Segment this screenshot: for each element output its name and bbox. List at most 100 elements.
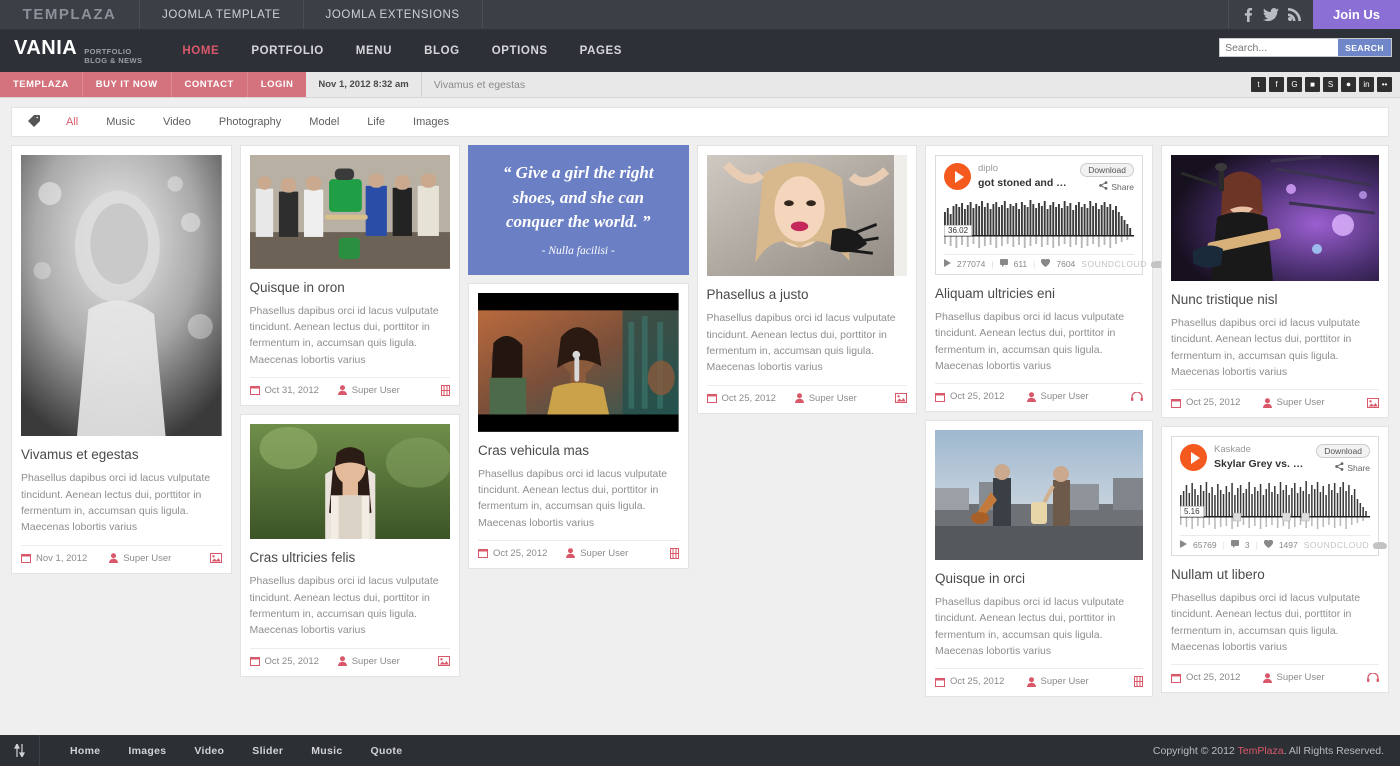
card-image[interactable]	[706, 155, 907, 277]
card-image[interactable]	[21, 155, 222, 437]
join-us-button[interactable]: Join Us	[1313, 0, 1400, 29]
nav-item-pages[interactable]: PAGES	[564, 30, 638, 72]
filter-music[interactable]: Music	[92, 116, 149, 128]
footer-link-music[interactable]: Music	[297, 745, 356, 757]
portfolio-card-quisque-in-oron[interactable]: Quisque in oron Phasellus dapibus orci i…	[239, 145, 460, 406]
filter-life[interactable]: Life	[353, 116, 399, 128]
portfolio-card-cras-vehicula-mas[interactable]: Cras vehicula mas Phasellus dapibus orci…	[468, 282, 689, 569]
card-title[interactable]: Vivamus et egestas	[21, 447, 222, 462]
card-title[interactable]: Aliquam ultricies eni	[935, 286, 1143, 301]
site-brand[interactable]: VANIA PORTFOLIO BLOG & NEWS	[0, 37, 142, 65]
nav-item-options[interactable]: OPTIONS	[476, 30, 564, 72]
portfolio-card-nunc-tristique-nisl[interactable]: Nunc tristique nisl Phasellus dapibus or…	[1161, 145, 1389, 419]
card-meta: Oct 31, 2012 Super User	[249, 376, 450, 396]
footer-link-slider[interactable]: Slider	[238, 745, 297, 757]
nav-item-blog[interactable]: BLOG	[408, 30, 476, 72]
breadcrumb-link-buy-it-now[interactable]: BUY IT NOW	[83, 72, 172, 97]
linkedin-icon[interactable]: in	[1359, 77, 1374, 92]
card-date: Oct 25, 2012	[950, 391, 1005, 403]
card-author-group: Super User	[337, 656, 438, 667]
card-image[interactable]	[935, 430, 1143, 561]
calendar-icon	[935, 392, 945, 402]
play-count: 65769	[1193, 540, 1217, 551]
sort-toggle-icon[interactable]	[0, 735, 40, 766]
portfolio-card-aliquam-ultricies-eni[interactable]: diplo got stoned and mixed r... Download…	[925, 145, 1165, 413]
footer-link-video[interactable]: Video	[180, 745, 238, 757]
download-button[interactable]: Download	[1080, 163, 1134, 177]
filter-model[interactable]: Model	[295, 116, 353, 128]
templaza-logo[interactable]: TEMPLAZA	[0, 0, 140, 29]
play-icon[interactable]	[944, 163, 971, 190]
footer-link-home[interactable]: Home	[56, 745, 114, 757]
card-meta: Oct 25, 2012 Super User	[478, 539, 679, 559]
card-title[interactable]: Nunc tristique nisl	[1171, 292, 1379, 307]
card-image[interactable]	[249, 155, 450, 269]
image-icon	[895, 393, 907, 404]
waveform[interactable]: 36.02	[944, 198, 1134, 250]
soundcloud-player-diplo[interactable]: diplo got stoned and mixed r... Download…	[935, 155, 1165, 275]
user-icon	[794, 393, 804, 404]
quote-card[interactable]: “ Give a girl the right shoes, and she c…	[468, 145, 689, 275]
skype-icon[interactable]: S	[1323, 77, 1338, 92]
filter-photography[interactable]: Photography	[205, 116, 295, 128]
footer-link-quote[interactable]: Quote	[357, 745, 417, 757]
portfolio-card-phasellus-a-justo[interactable]: Phasellus a justo Phasellus dapibus orci…	[696, 145, 917, 414]
download-button[interactable]: Download	[1316, 444, 1370, 459]
filter-all[interactable]: All	[52, 116, 92, 128]
card-title[interactable]: Quisque in oron	[250, 280, 451, 295]
share-button[interactable]: Share	[1335, 462, 1370, 473]
card-image[interactable]	[249, 423, 450, 540]
card-author: Super User	[808, 392, 857, 404]
portfolio-card-nullam-ut-libero[interactable]: Kaskade Skylar Grey vs. Thomas... Downlo…	[1161, 426, 1389, 694]
card-date-group: Oct 31, 2012	[249, 385, 338, 396]
rss-icon[interactable]	[1288, 8, 1302, 21]
footer-link-images[interactable]: Images	[114, 745, 180, 757]
share-icon	[1335, 462, 1344, 473]
card-image[interactable]	[478, 292, 679, 432]
card-title[interactable]: Cras ultricies felis	[250, 550, 451, 565]
playback-time: 36.02	[944, 225, 973, 236]
soundcloud-player-kaskade[interactable]: Kaskade Skylar Grey vs. Thomas... Downlo…	[1171, 436, 1388, 557]
card-date-group: Nov 1, 2012	[21, 553, 109, 564]
play-icon[interactable]	[1180, 444, 1207, 472]
portfolio-card-quisque-in-orci[interactable]: Quisque in orci Phasellus dapibus orci i…	[925, 420, 1153, 698]
soundcloud-track: got stoned and mixed r...	[978, 176, 1073, 189]
breadcrumb-date: Nov 1, 2012 8:32 am	[306, 72, 422, 97]
nav-item-menu[interactable]: MENU	[340, 30, 408, 72]
card-title[interactable]: Quisque in orci	[935, 571, 1143, 586]
search-button[interactable]: SEARCH	[1338, 39, 1391, 56]
breadcrumb-link-contact[interactable]: CONTACT	[172, 72, 248, 97]
heart-icon	[1041, 258, 1051, 269]
flickr-icon[interactable]: ••	[1377, 77, 1392, 92]
share-button[interactable]: Share	[1099, 181, 1134, 192]
card-title[interactable]: Phasellus a justo	[707, 287, 908, 302]
filter-images[interactable]: Images	[399, 116, 463, 128]
card-title[interactable]: Cras vehicula mas	[478, 443, 679, 458]
portfolio-card-cras-ultricies-felis[interactable]: Cras ultricies felis Phasellus dapibus o…	[239, 413, 460, 677]
breadcrumb-link-login[interactable]: LOGIN	[248, 72, 307, 97]
topbar-link-joomla-extensions[interactable]: JOOMLA EXTENSIONS	[304, 0, 483, 29]
facebook-icon[interactable]	[1241, 7, 1254, 22]
topbar-link-joomla-template[interactable]: JOOMLA TEMPLATE	[140, 0, 304, 29]
card-image[interactable]	[1171, 155, 1379, 281]
breadcrumb-link-templaza[interactable]: TEMPLAZA	[0, 72, 83, 97]
google-plus-icon[interactable]: G	[1287, 77, 1302, 92]
nav-item-home[interactable]: HOME	[166, 30, 235, 72]
twitter-icon[interactable]: t	[1251, 77, 1266, 92]
copyright-brand[interactable]: TemPlaza	[1238, 745, 1284, 757]
card-title[interactable]: Nullam ut libero	[1171, 567, 1379, 582]
card-date: Oct 25, 2012	[950, 676, 1005, 688]
breadcrumb-spacer	[537, 72, 1251, 97]
page-footer: Home Images Video Slider Music Quote Cop…	[0, 735, 1400, 766]
filter-video[interactable]: Video	[149, 116, 205, 128]
waveform[interactable]: 5.16	[1180, 479, 1370, 531]
rss-icon[interactable]: ⏺	[1341, 77, 1356, 92]
search-input[interactable]	[1220, 39, 1339, 56]
portfolio-card-vivamus-et-egestas[interactable]: Vivamus et egestas Phasellus dapibus orc…	[11, 145, 232, 574]
soundcloud-brand: SOUNDCLOUD	[1081, 259, 1165, 269]
nav-item-portfolio[interactable]: PORTFOLIO	[235, 30, 339, 72]
facebook-icon[interactable]: f	[1269, 77, 1284, 92]
twitter-icon[interactable]	[1263, 7, 1280, 22]
dribbble-icon[interactable]: ■	[1305, 77, 1320, 92]
share-label: Share	[1111, 181, 1134, 192]
